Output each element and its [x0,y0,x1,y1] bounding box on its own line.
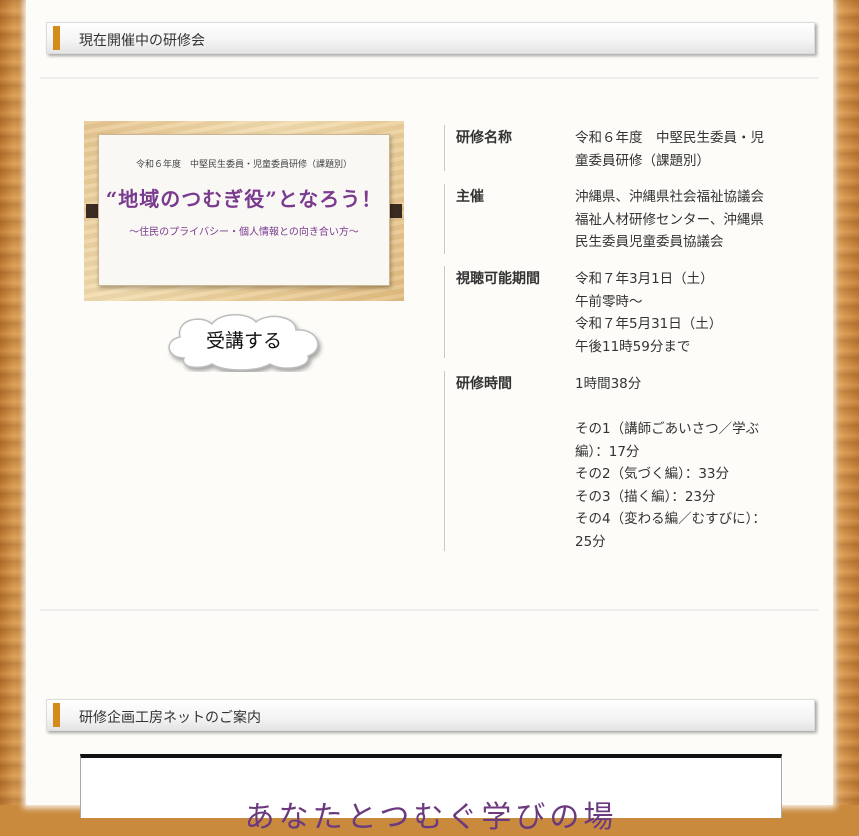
info-line: その1（講師ごあいさつ／学ぶ [575,421,760,437]
info-line: 令和７年5月31日（土） [575,316,723,332]
training-banner-image[interactable]: 令和６年度 中堅民生委員・児童委員研修（課題別） “地域のつむぎ役”となろう！ … [84,121,404,301]
banner-title: “地域のつむぎ役”となろう！ [105,187,383,211]
bottom-banner-text: あなたとつむぐ学びの場 [244,800,618,835]
section-header-current: 現在開催中の研修会 [46,22,815,54]
info-line: 沖縄県、沖縄県社会福祉協議会 [575,189,764,205]
info-row-duration: 研修時間 1時間38分 その1（講師ごあいさつ／学ぶ 編）：17分 その2（気づ… [444,371,805,551]
info-line: その2（気づく編）：33分 [575,466,730,482]
bottom-banner[interactable]: あなたとつむぐ学びの場 [80,754,782,835]
banner-card: 令和６年度 中堅民生委員・児童委員研修（課題別） “地域のつむぎ役”となろう！ … [98,134,390,286]
section-header-guide: 研修企画工房ネットのご案内 [46,699,815,731]
info-label: 研修名称 [456,130,512,146]
info-line: 福祉人材研修センター、沖縄県 [575,211,764,228]
info-line: 令和７年3月1日（土） [575,271,714,287]
info-line: 民生委員児童委員協議会 [575,234,724,250]
info-line [575,396,790,419]
info-value: 沖縄県、沖縄県社会福祉協議会 福祉人材研修センター、沖縄県 民生委員児童委員協議… [575,186,790,254]
enroll-button-label: 受講する [205,330,282,352]
info-line: その4（変わる編／むすびに）： [575,511,766,527]
divider [40,77,819,79]
info-value: 令和６年度 中堅民生委員・児 童委員研修（課題別） [575,127,790,172]
enroll-button[interactable]: 受講する [162,310,326,371]
info-label: 主催 [456,189,484,205]
info-line: 編）：17分 [575,443,640,460]
banner-small-text: 令和６年度 中堅民生委員・児童委員研修（課題別） [135,160,352,170]
section-accent-marker [53,703,60,727]
info-label: 視聴可能期間 [456,271,540,287]
info-line: その3（描く編）：23分 [575,488,716,505]
info-line: 童委員研修（課題別） [575,152,710,169]
info-row-host: 主催 沖縄県、沖縄県社会福祉協議会 福祉人材研修センター、沖縄県 民生委員児童委… [444,184,805,254]
info-value: 令和７年3月1日（土） 午前零時〜 令和７年5月31日（土） 午後11時59分ま… [575,268,790,358]
info-row-period: 視聴可能期間 令和７年3月1日（土） 午前零時〜 令和７年5月31日（土） 午後… [444,266,805,358]
section-accent-marker [53,26,60,50]
info-value: 1時間38分 その1（講師ごあいさつ／学ぶ 編）：17分 その2（気づく編）：3… [575,373,790,553]
section-title: 研修企画工房ネットのご案内 [79,710,261,726]
info-line: 1時間38分 [575,376,642,392]
info-label: 研修時間 [456,376,512,392]
info-row-name: 研修名称 令和６年度 中堅民生委員・児 童委員研修（課題別） [444,125,805,171]
info-line: 25分 [575,533,606,550]
divider [40,609,819,611]
section-title: 現在開催中の研修会 [79,33,205,49]
info-line: 令和６年度 中堅民生委員・児 [575,130,764,146]
info-line: 午前零時〜 [575,293,643,310]
banner-subtitle: 〜住民のプライバシー・個人情報との向き合い方〜 [129,227,359,238]
info-line: 午後11時59分まで [575,338,691,355]
